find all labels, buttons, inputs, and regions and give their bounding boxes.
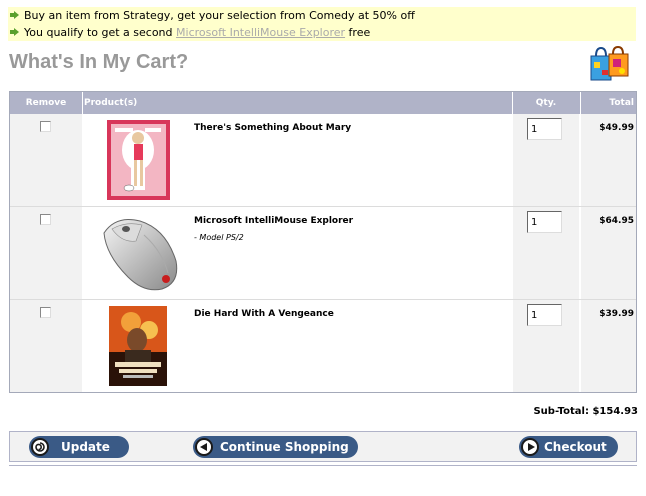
checkout-button[interactable]: Checkout bbox=[519, 436, 618, 458]
refresh-icon bbox=[31, 438, 49, 456]
continue-shopping-button[interactable]: Continue Shopping bbox=[193, 436, 358, 458]
column-header-product: Product(s) bbox=[84, 98, 138, 108]
quantity-input[interactable] bbox=[527, 118, 562, 140]
remove-checkbox[interactable] bbox=[40, 121, 51, 132]
movie-poster-diehard bbox=[109, 306, 167, 386]
continue-shopping-button-label: Continue Shopping bbox=[220, 440, 349, 454]
column-header-total: Total bbox=[609, 98, 634, 108]
remove-checkbox[interactable] bbox=[40, 307, 51, 318]
arrow-left-icon bbox=[195, 438, 213, 456]
cart-table-header: Remove Product(s) Qty. Total bbox=[10, 92, 636, 114]
remove-cell bbox=[10, 207, 82, 299]
green-arrow-icon bbox=[10, 28, 19, 36]
remove-checkbox[interactable] bbox=[40, 214, 51, 225]
movie-poster-mary bbox=[107, 120, 170, 200]
product-name[interactable]: There's Something About Mary bbox=[194, 123, 351, 133]
promo-line-2: You qualify to get a second Microsoft In… bbox=[8, 25, 370, 41]
mouse-image bbox=[103, 219, 178, 291]
remove-cell bbox=[10, 114, 82, 206]
promo-product-link[interactable]: Microsoft IntelliMouse Explorer bbox=[176, 26, 345, 39]
promo-line-1: Buy an item from Strategy, get your sele… bbox=[8, 8, 415, 24]
arrow-right-icon bbox=[521, 438, 539, 456]
product-name[interactable]: Die Hard With A Vengeance bbox=[194, 309, 334, 319]
product-model: - Model PS/2 bbox=[194, 233, 244, 242]
table-row: Die Hard With A Vengeance $39.99 bbox=[10, 300, 636, 392]
promo-text-2-prefix: You qualify to get a second bbox=[24, 26, 173, 39]
line-total: $64.95 bbox=[599, 216, 634, 226]
product-name[interactable]: Microsoft IntelliMouse Explorer bbox=[194, 216, 353, 226]
quantity-input[interactable] bbox=[527, 304, 562, 326]
column-divider bbox=[82, 92, 83, 114]
column-header-remove: Remove bbox=[25, 98, 67, 108]
line-total: $49.99 bbox=[599, 123, 634, 133]
checkout-button-label: Checkout bbox=[544, 440, 607, 454]
remove-cell bbox=[10, 300, 82, 392]
table-row: There's Something About Mary $49.99 bbox=[10, 114, 636, 206]
promo-text-1: Buy an item from Strategy, get your sele… bbox=[24, 9, 415, 22]
quantity-input[interactable] bbox=[527, 211, 562, 233]
column-header-qty: Qty. bbox=[535, 98, 557, 108]
update-button-label: Update bbox=[61, 440, 110, 454]
green-arrow-icon bbox=[10, 11, 19, 19]
shopping-bag-icon bbox=[590, 45, 629, 81]
page-title: What's In My Cart? bbox=[9, 51, 189, 73]
update-button[interactable]: Update bbox=[29, 436, 129, 458]
promo-banner: Buy an item from Strategy, get your sele… bbox=[8, 7, 636, 41]
bottom-divider bbox=[9, 465, 637, 466]
cart-actions-bar: Update Continue Shopping Checkout bbox=[9, 431, 637, 462]
table-row: Microsoft IntelliMouse Explorer - Model … bbox=[10, 207, 636, 299]
subtotal: Sub-Total: $154.93 bbox=[533, 406, 638, 417]
promo-text-2-suffix: free bbox=[348, 26, 371, 39]
cart-table: Remove Product(s) Qty. Total There's Som… bbox=[9, 91, 637, 393]
line-total: $39.99 bbox=[599, 309, 634, 319]
